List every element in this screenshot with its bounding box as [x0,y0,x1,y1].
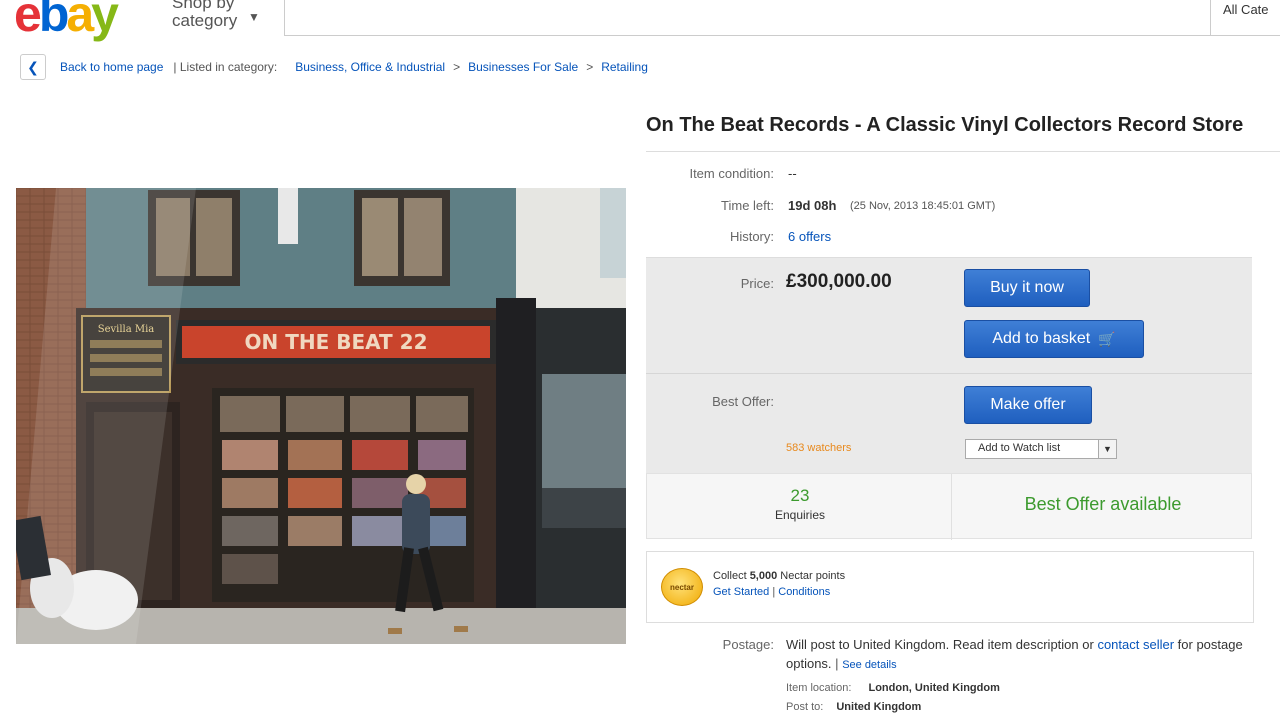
enquiries-count: 23 [790,486,810,505]
enquiries-label: Enquiries [774,508,826,522]
conditions-link[interactable]: Conditions [778,586,830,598]
postage-text1: Will post to United Kingdom. Read item d… [786,637,1094,652]
crumb-sep: > [586,60,594,74]
crumb-retailing[interactable]: Retailing [601,60,648,74]
back-arrow-button[interactable]: ❮ [20,54,46,80]
breadcrumb: ❮ Back to home page | Listed in category… [20,54,648,80]
nectar-icon: nectar [661,568,703,606]
item-location-row: Item location: London, United Kingdom [786,679,1000,698]
add-to-watch-list-select[interactable]: Add to Watch list ▼ [965,439,1117,459]
price-label: Price: [740,276,774,291]
nectar-collect-line: Collect 5,000 Nectar points [713,570,845,582]
contact-seller-link[interactable]: contact seller [1097,637,1174,652]
best-offer-box [646,373,1252,473]
best-offer-label: Best Offer: [712,394,774,409]
chevron-down-icon: ▼ [248,10,260,24]
watchers-count: 583 watchers [786,442,852,454]
see-details-link[interactable]: See details [842,659,896,671]
price-value: £300,000.00 [786,271,892,292]
listing-title: On The Beat Records - A Classic Vinyl Co… [646,114,1244,136]
best-offer-available: Best Offer available [1024,494,1182,514]
storefront-photo-svg: ON THE BEAT 22 Sevilla Mia [16,188,626,644]
header: ebay Shop by category ▼ All Cate [0,0,1280,42]
postage-text: Will post to United Kingdom. Read item d… [786,635,1246,675]
nectar-points: 5,000 [749,570,778,582]
history-label: History: [729,229,774,244]
dropdown-arrow-icon: ▼ [1098,440,1116,458]
post-to-label: Post to: [786,701,824,713]
post-to-value: United Kingdom [836,701,922,713]
crumb-businesses-for-sale[interactable]: Businesses For Sale [468,60,578,74]
chevron-left-icon: ❮ [27,58,39,75]
nectar-badge-text: nectar [669,582,694,592]
nectar-links: Get Started | Conditions [713,586,830,598]
crumb-sep: > [453,60,461,74]
item-location-label: Item location: [786,682,852,694]
price-box [646,257,1252,373]
shop-by-category-button[interactable]: Shop by category ▼ [172,0,272,30]
back-to-home-link[interactable]: Back to home page [60,60,163,74]
item-location-value: London, United Kingdom [868,682,1000,694]
item-photo[interactable]: ON THE BEAT 22 Sevilla Mia [16,188,626,644]
stats-divider [951,474,952,540]
search-input[interactable] [284,0,1214,36]
listed-in-label: | Listed in category: [173,60,278,74]
category-select[interactable]: All Cate [1210,0,1280,36]
shop-sign-text: ON THE BEAT 22 [245,330,428,354]
nectar-collect: Collect [713,570,747,582]
logo-letter-e: e [14,0,42,42]
ebay-logo[interactable]: ebay [14,0,119,42]
watch-list-label: Add to Watch list [978,442,1061,454]
logo-letter-a: a [66,0,94,42]
crumb-business-office[interactable]: Business, Office & Industrial [295,60,445,74]
history-offers-link[interactable]: 6 offers [788,229,831,244]
buy-it-now-button[interactable]: Buy it now [964,269,1090,307]
stats-box: 23 Enquiries Best Offer available [646,473,1252,540]
condition-value: -- [788,166,797,181]
add-to-basket-label: Add to basket [992,330,1091,347]
logo-letter-b: b [38,0,69,42]
add-to-basket-button[interactable]: Add to basket 🛒 [964,320,1144,358]
time-left-value: 19d 08h [788,198,837,213]
post-to-row: Post to: United Kingdom [786,698,921,717]
postage-sep: | [835,656,839,671]
time-left-label: Time left: [721,198,774,213]
nectar-promo-box: nectar Collect 5,000 Nectar points Get S… [646,551,1254,623]
postage-label: Postage: [722,637,774,652]
title-divider [646,151,1280,152]
nectar-tail: Nectar points [780,570,846,582]
make-offer-button[interactable]: Make offer [964,386,1092,424]
get-started-link[interactable]: Get Started [713,586,769,598]
time-left-detail: (25 Nov, 2013 18:45:01 GMT) [850,200,996,212]
condition-label: Item condition: [689,166,774,181]
logo-letter-y: y [91,0,119,42]
basket-icon: 🛒 [1098,330,1116,347]
